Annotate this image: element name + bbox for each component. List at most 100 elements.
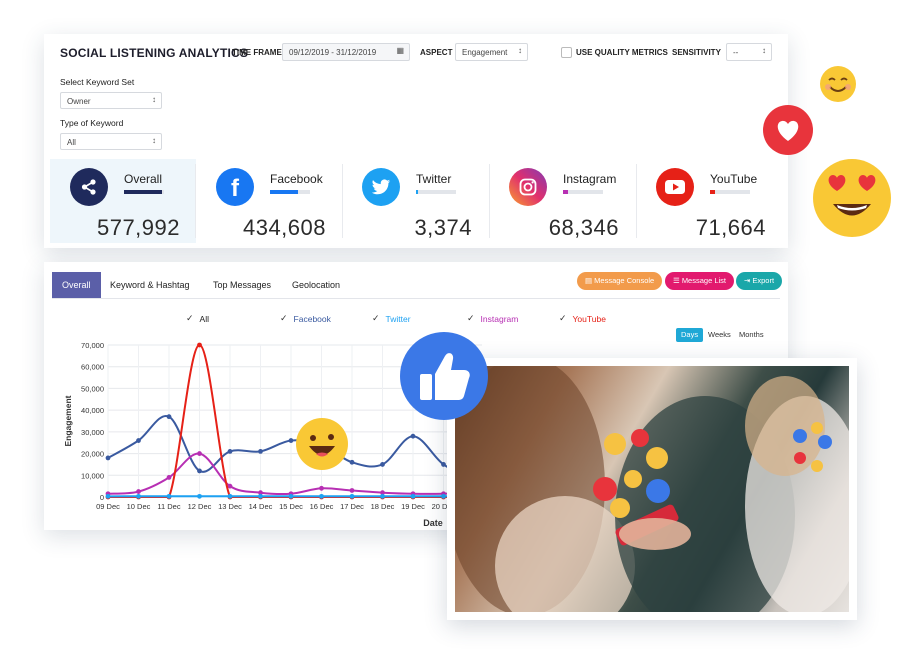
- stat-card-twitter[interactable]: Twitter 3,374: [342, 159, 488, 243]
- stat-bar-fill: [563, 190, 568, 194]
- quality-metrics-checkbox[interactable]: [561, 47, 572, 58]
- time-frame-field[interactable]: 09/12/2019 - 31/12/2019 ▦: [282, 43, 410, 61]
- data-point-facebook: [258, 449, 263, 454]
- data-point-twitter: [258, 493, 263, 499]
- stat-bar-fill: [270, 190, 298, 194]
- data-point-youtube: [197, 342, 202, 348]
- data-point-twitter: [197, 493, 202, 499]
- x-tick-label: 14 Dec: [249, 502, 273, 511]
- data-point-instagram: [166, 475, 172, 480]
- x-tick-label: 09 Dec: [96, 502, 120, 511]
- stat-name: YouTube: [710, 172, 758, 186]
- stat-bar-fill: [124, 190, 162, 194]
- photo-illustration: [455, 366, 849, 612]
- x-tick-label: 11 Dec: [157, 502, 180, 511]
- heart-reaction-icon: [763, 105, 813, 155]
- x-tick-label: 13 Dec: [218, 502, 242, 511]
- calendar-icon: ▦: [396, 46, 404, 55]
- x-axis-title: Date: [423, 518, 443, 528]
- thumbs-up-reaction-icon: [400, 332, 488, 420]
- x-tick-label: 19 Dec: [401, 502, 425, 511]
- y-tick-label: 60,000: [81, 363, 104, 372]
- page-title: SOCIAL LISTENING ANALYTICS: [60, 46, 249, 60]
- stat-value: 577,992: [96, 215, 180, 240]
- aspect-value: Engagement: [462, 48, 508, 57]
- filters-panel: SOCIAL LISTENING ANALYTICS TIME FRAME 09…: [44, 34, 788, 248]
- data-point-twitter: [227, 493, 233, 499]
- data-point-facebook: [380, 462, 385, 467]
- time-frame-label: TIME FRAME: [232, 48, 282, 57]
- keyword-type-label: Type of Keyword: [60, 118, 124, 128]
- data-point-facebook: [349, 459, 355, 465]
- data-point-facebook: [105, 455, 111, 461]
- photo-image: [455, 366, 849, 612]
- stat-value: 68,346: [548, 215, 619, 240]
- data-point-twitter: [166, 493, 172, 499]
- x-tick-label: 15 Dec: [279, 502, 303, 511]
- stat-card-instagram[interactable]: Instagram 68,346: [489, 159, 635, 243]
- data-point-twitter: [105, 493, 111, 499]
- stat-card-overall[interactable]: Overall 577,992: [50, 159, 196, 243]
- stat-name: Instagram: [563, 172, 617, 186]
- laughing-emoji-icon: [296, 418, 348, 470]
- y-tick-label: 70,000: [81, 341, 104, 350]
- y-tick-label: 40,000: [81, 406, 104, 415]
- data-point-twitter: [380, 493, 385, 499]
- share-icon: [70, 168, 108, 206]
- data-point-twitter: [136, 493, 141, 499]
- keyword-type-select[interactable]: All ↕: [60, 133, 162, 150]
- stat-bar: [710, 190, 750, 194]
- select-arrows-icon: ↕: [518, 46, 522, 55]
- stat-value: 434,608: [242, 215, 326, 240]
- x-tick-label: 12 Dec: [188, 502, 212, 511]
- stat-bar: [124, 190, 164, 194]
- stat-card-facebook[interactable]: f Facebook 434,608: [196, 159, 342, 243]
- x-tick-label: 17 Dec: [340, 502, 364, 511]
- stat-value: 71,664: [695, 215, 766, 240]
- stat-bar-fill: [416, 190, 418, 194]
- y-tick-label: 30,000: [81, 428, 104, 437]
- data-point-facebook: [166, 414, 172, 420]
- data-point-twitter: [349, 493, 355, 499]
- data-point-facebook: [288, 438, 294, 443]
- data-point-facebook: [136, 438, 141, 443]
- keyword-set-select[interactable]: Owner ↕: [60, 92, 162, 109]
- data-point-instagram: [136, 489, 141, 494]
- data-point-instagram: [197, 451, 202, 456]
- stat-name: Overall: [124, 172, 163, 186]
- data-point-instagram: [349, 488, 355, 493]
- twitter-icon: [362, 168, 400, 206]
- facebook-icon: f: [216, 168, 254, 206]
- x-tick-label: 10 Dec: [127, 502, 151, 511]
- sensitivity-value: --: [733, 48, 739, 57]
- stat-card-youtube[interactable]: YouTube 71,664: [636, 159, 782, 243]
- smiling-emoji-icon: [820, 66, 856, 102]
- time-frame-value: 09/12/2019 - 31/12/2019: [289, 48, 377, 57]
- data-point-instagram: [319, 485, 324, 491]
- quality-metrics-label: USE QUALITY METRICS: [576, 48, 668, 57]
- sensitivity-label: SENSITIVITY: [672, 48, 721, 57]
- aspect-select[interactable]: Engagement ↕: [455, 43, 528, 61]
- y-tick-label: 0: [100, 493, 104, 502]
- data-point-twitter: [410, 493, 416, 499]
- y-tick-label: 20,000: [81, 450, 104, 459]
- stat-name: Facebook: [270, 172, 323, 186]
- y-axis-title: Engagement: [63, 395, 73, 446]
- select-arrows-icon: ↕: [152, 136, 156, 145]
- select-arrows-icon: ↕: [152, 95, 156, 104]
- data-point-twitter: [441, 493, 446, 499]
- stat-bar: [563, 190, 603, 194]
- keyword-type-value: All: [67, 138, 76, 147]
- youtube-icon: [656, 168, 694, 206]
- sensitivity-select[interactable]: -- ↕: [726, 43, 772, 61]
- stat-bar-fill: [710, 190, 715, 194]
- select-arrows-icon: ↕: [762, 46, 766, 55]
- data-point-twitter: [319, 493, 324, 499]
- people-phones-photo: [447, 358, 857, 620]
- y-tick-label: 10,000: [81, 471, 104, 480]
- stat-bar: [270, 190, 310, 194]
- stat-bar: [416, 190, 456, 194]
- y-tick-label: 50,000: [81, 384, 104, 393]
- data-point-twitter: [288, 493, 294, 499]
- aspect-label: ASPECT: [420, 48, 453, 57]
